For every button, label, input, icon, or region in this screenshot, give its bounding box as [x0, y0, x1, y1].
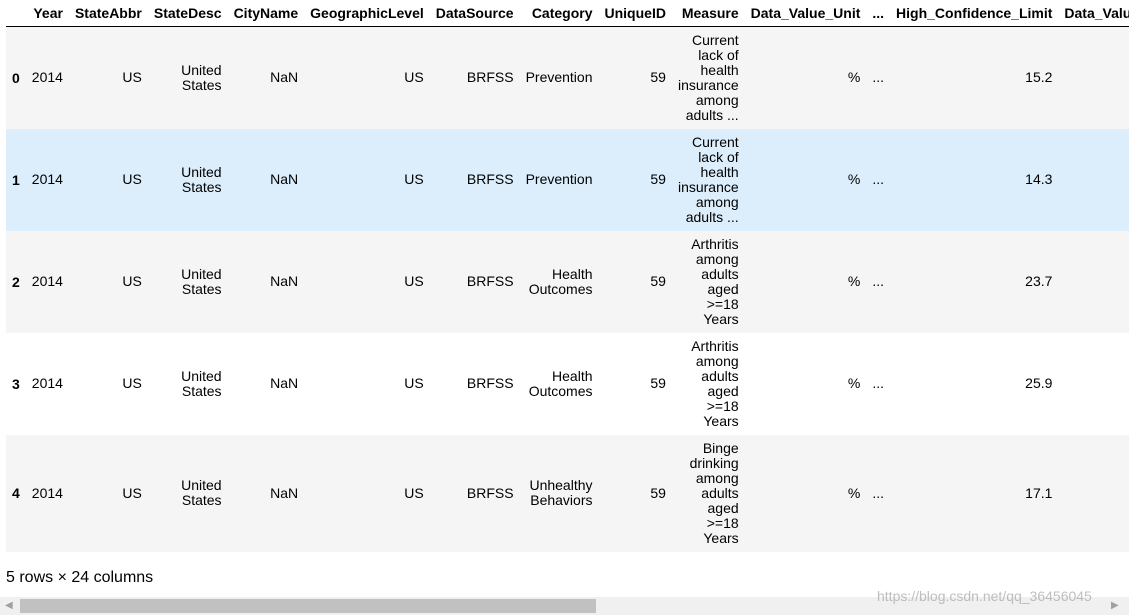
cell-geographiclevel: US [404, 171, 424, 187]
cell-category: Unhealthy Behaviors [529, 477, 593, 508]
cell-uniqueid: 59 [650, 171, 666, 187]
row-index: 2 [12, 273, 20, 290]
cell-year: 2014 [31, 171, 63, 187]
cell-stateabbr: US [122, 69, 142, 86]
row-index: 0 [12, 69, 20, 86]
cell-geographiclevel: US [404, 273, 424, 289]
scrollbar-thumb[interactable] [20, 599, 596, 613]
cell-uniqueid: 59 [650, 273, 666, 289]
header-category: Category [519, 0, 599, 27]
cell-data-value [1058, 333, 1129, 435]
cell-statedesc: United States [181, 265, 222, 297]
cell-ellipsis: ... [872, 69, 885, 86]
table-row: 1 2014 US United States NaN US BRFSS Pre… [6, 128, 1129, 231]
cell-high-confidence-limit: 15.2 [1025, 69, 1053, 86]
cell-cityname: NaN [270, 171, 299, 187]
cell-stateabbr: US [122, 484, 142, 501]
header-row: Year StateAbbr StateDesc CityName Geogra… [6, 0, 1129, 27]
cell-category: Prevention [525, 171, 593, 187]
cell-category: Prevention [525, 69, 593, 86]
cell-high-confidence-limit: 25.9 [1025, 375, 1053, 391]
cell-high-confidence-limit: 23.7 [1025, 273, 1053, 289]
header-year: Year [25, 0, 69, 27]
table-row: 0 2014 US United States NaN US BRFSS Pre… [6, 26, 1129, 129]
cell-stateabbr: US [122, 375, 142, 391]
cell-measure: Binge drinking among adults aged >=18 Ye… [689, 439, 739, 546]
cell-year: 2014 [31, 375, 63, 391]
cell-stateabbr: US [122, 171, 142, 187]
header-stateabbr: StateAbbr [68, 0, 148, 27]
cell-data-value-unit: % [847, 484, 861, 501]
cell-data-value-unit: % [847, 171, 861, 187]
cell-ellipsis: ... [872, 375, 885, 391]
header-data-value-unit: Data_Value_Unit [744, 0, 867, 27]
scroll-right-arrow-icon[interactable]: ▶ [1111, 600, 1119, 611]
cell-data-value [1058, 231, 1129, 333]
cell-data-value [1058, 27, 1129, 129]
scroll-left-arrow-icon[interactable]: ◀ [5, 600, 13, 611]
cell-uniqueid: 59 [650, 375, 666, 391]
cell-geographiclevel: US [404, 484, 424, 501]
cell-datasource: BRFSS [466, 484, 514, 501]
cell-cityname: NaN [270, 69, 299, 86]
cell-cityname: NaN [270, 375, 299, 391]
cell-datasource: BRFSS [466, 273, 514, 289]
cell-statedesc: United States [181, 477, 222, 508]
cell-data-value-unit: % [847, 69, 861, 86]
header-datasource: DataSource [429, 0, 520, 27]
table-row: 2 2014 US United States NaN US BRFSS Hea… [6, 230, 1129, 333]
row-index: 3 [12, 375, 20, 392]
cell-measure: Arthritis among adults aged >=18 Years [691, 235, 739, 327]
cell-geographiclevel: US [404, 69, 424, 86]
cell-data-value-unit: % [847, 375, 861, 391]
cell-geographiclevel: US [404, 375, 424, 391]
cell-ellipsis: ... [872, 484, 885, 501]
cell-stateabbr: US [122, 273, 142, 289]
header-statedesc: StateDesc [147, 0, 228, 27]
header-geographiclevel: GeographicLevel [304, 0, 430, 27]
table-row: 3 2014 US United States NaN US BRFSS Hea… [6, 332, 1129, 435]
cell-year: 2014 [31, 273, 63, 289]
cell-data-value [1058, 435, 1129, 552]
cell-uniqueid: 59 [650, 484, 666, 501]
cell-datasource: BRFSS [466, 375, 514, 391]
cell-high-confidence-limit: 17.1 [1025, 484, 1053, 501]
cell-category: Health Outcomes [528, 367, 593, 399]
header-measure: Measure [671, 0, 745, 27]
header-cityname: CityName [227, 0, 305, 27]
header-index [6, 0, 26, 27]
dataframe-shape-footer: 5 rows × 24 columns [6, 569, 154, 586]
cell-year: 2014 [31, 69, 63, 86]
cell-data-value [1058, 129, 1129, 231]
header-data-value: Data_Valu [1058, 0, 1129, 27]
header-high-confidence-limit: High_Confidence_Limit [890, 0, 1059, 27]
cell-ellipsis: ... [872, 273, 885, 289]
watermark: https://blog.csdn.net/qq_36456045 [877, 588, 1092, 604]
table-row: 4 2014 US United States NaN US BRFSS Unh… [6, 434, 1129, 552]
cell-statedesc: United States [181, 367, 222, 399]
cell-datasource: BRFSS [466, 69, 514, 86]
header-ellipsis: ... [866, 0, 891, 27]
cell-measure: Current lack of health insurance among a… [677, 133, 739, 225]
cell-ellipsis: ... [872, 171, 885, 187]
dataframe-table-container[interactable]: Year StateAbbr StateDesc CityName Geogra… [6, 0, 1129, 555]
cell-cityname: NaN [270, 273, 299, 289]
cell-cityname: NaN [270, 484, 299, 501]
cell-measure: Current lack of health insurance among a… [677, 31, 739, 123]
cell-uniqueid: 59 [650, 69, 666, 86]
row-index: 1 [12, 171, 20, 188]
cell-measure: Arthritis among adults aged >=18 Years [691, 337, 739, 429]
cell-statedesc: United States [181, 163, 222, 195]
cell-category: Health Outcomes [528, 265, 593, 297]
cell-year: 2014 [31, 484, 63, 501]
cell-datasource: BRFSS [466, 171, 514, 187]
cell-statedesc: United States [181, 61, 222, 93]
header-uniqueid: UniqueID [598, 0, 672, 27]
cell-data-value-unit: % [847, 273, 861, 289]
dataframe-table: Year StateAbbr StateDesc CityName Geogra… [6, 0, 1129, 552]
row-index: 4 [12, 485, 20, 501]
cell-high-confidence-limit: 14.3 [1025, 171, 1053, 187]
